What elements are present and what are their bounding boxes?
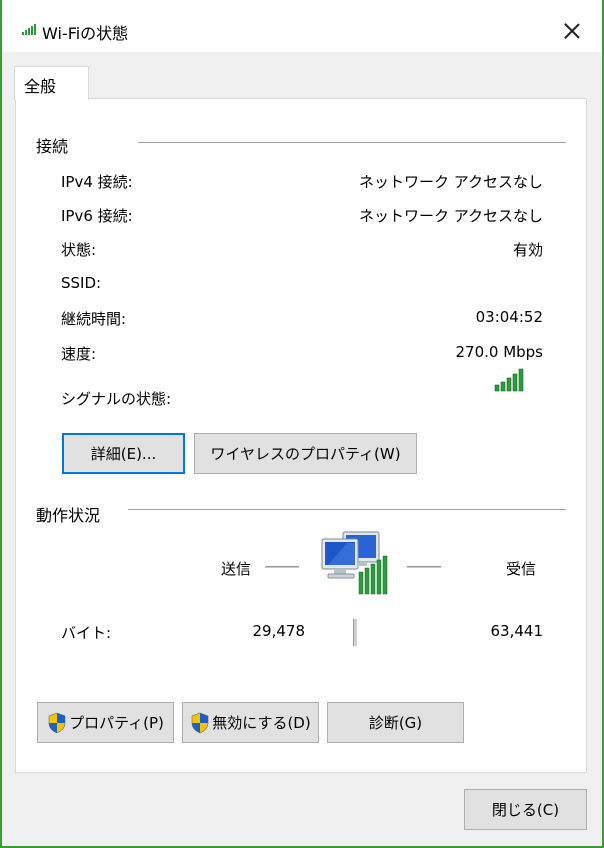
speed-value: 270.0 Mbps: [455, 343, 543, 361]
signal-strength-icon: [494, 368, 524, 392]
activity-divider: [128, 509, 566, 510]
ipv4-label: IPv4 接続:: [61, 173, 133, 191]
ssid-label: SSID:: [61, 274, 102, 292]
tab-general[interactable]: 全般: [14, 66, 89, 100]
properties-button[interactable]: プロパティ(P): [37, 702, 174, 743]
received-line: [407, 566, 441, 568]
general-panel: 接続 IPv4 接続: ネットワーク アクセスなし IPv6 接続: ネットワー…: [15, 98, 587, 773]
bytes-label: バイト:: [61, 624, 112, 642]
connection-divider: [138, 142, 566, 143]
status-label: 状態:: [61, 241, 97, 259]
tab-general-label: 全般: [24, 77, 57, 96]
bytes-received-value: 63,441: [490, 622, 544, 640]
network-computers-icon: [321, 531, 388, 595]
disable-button[interactable]: 無効にする(D): [182, 702, 319, 743]
window-title: Wi-Fiの状態: [42, 24, 129, 43]
sent-line: [265, 566, 299, 568]
activity-separator: [353, 619, 357, 646]
ipv4-value: ネットワーク アクセスなし: [358, 173, 543, 191]
duration-value: 03:04:52: [475, 308, 543, 326]
ipv6-label: IPv6 接続:: [61, 207, 133, 225]
received-label: 受信: [506, 560, 537, 578]
duration-label: 継続時間:: [61, 310, 127, 328]
title-bar: Wi-Fiの状態: [2, 0, 602, 52]
wifi-signal-icon: [22, 24, 36, 35]
wifi-status-window: Wi-Fiの状態 全般 接続 IPv4 接続: ネットワーク アクセスなし IP…: [2, 0, 602, 846]
disable-button-label: 無効にする(D): [212, 714, 311, 732]
details-button[interactable]: 詳細(E)...: [62, 433, 185, 474]
properties-button-label: プロパティ(P): [69, 714, 164, 732]
uac-shield-icon: [48, 712, 66, 733]
uac-shield-icon: [191, 712, 209, 733]
diagnose-button[interactable]: 診断(G): [327, 702, 464, 743]
bytes-sent-value: 29,478: [252, 622, 306, 640]
speed-label: 速度:: [61, 345, 97, 363]
status-value: 有効: [512, 241, 543, 259]
sent-label: 送信: [221, 560, 252, 578]
close-icon[interactable]: [558, 18, 586, 44]
signal-label: シグナルの状態:: [61, 390, 172, 408]
ipv6-value: ネットワーク アクセスなし: [358, 207, 543, 225]
connection-heading: 接続: [36, 137, 69, 156]
close-button[interactable]: 閉じる(C): [464, 789, 587, 830]
wireless-properties-button[interactable]: ワイヤレスのプロパティ(W): [194, 433, 417, 474]
activity-heading: 動作状況: [36, 506, 101, 525]
